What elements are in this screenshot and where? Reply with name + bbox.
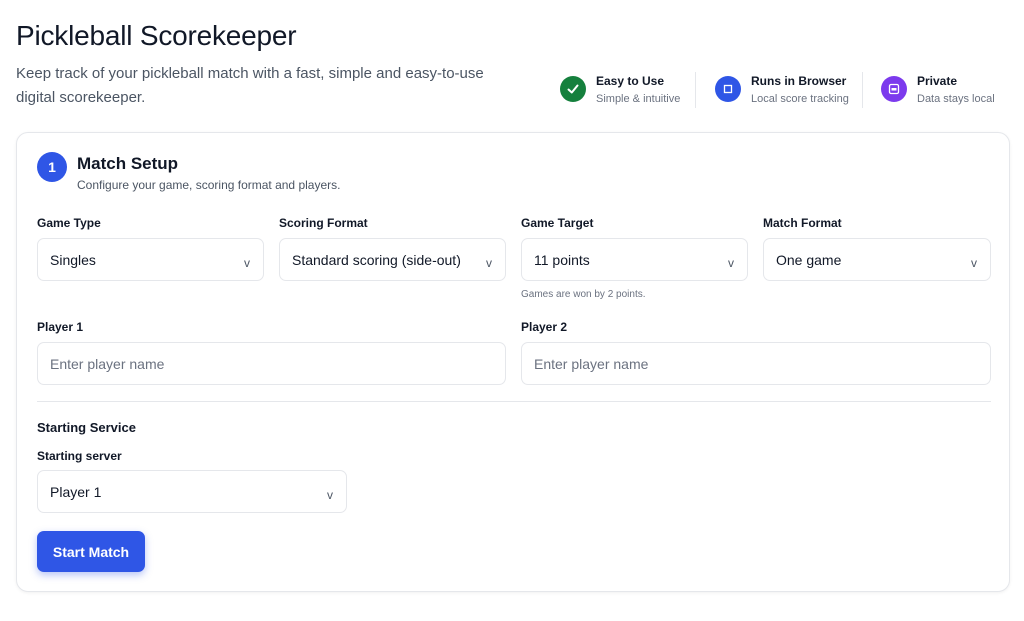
starting-server-value: Player 1 xyxy=(50,484,102,500)
game-type-label: Game Type xyxy=(37,216,101,230)
scoring-format-value: Standard scoring (side-out) xyxy=(292,252,461,268)
feature-title: Easy to Use xyxy=(596,74,665,88)
feature-divider xyxy=(862,72,863,108)
player1-input[interactable] xyxy=(37,342,506,385)
game-target-select[interactable]: 11 points v xyxy=(521,238,748,281)
match-format-label: Match Format xyxy=(763,216,842,230)
starting-server-label: Starting server xyxy=(37,449,122,463)
game-type-select[interactable]: Singles v xyxy=(37,238,264,281)
check-icon xyxy=(560,76,586,102)
step-badge: 1 xyxy=(37,152,67,182)
match-format-value: One game xyxy=(776,252,842,268)
feature-divider xyxy=(695,72,696,108)
start-match-button[interactable]: Start Match xyxy=(37,531,145,572)
match-format-select[interactable]: One game v xyxy=(763,238,991,281)
feature-title: Runs in Browser xyxy=(751,74,847,88)
scoring-format-select[interactable]: Standard scoring (side-out) v xyxy=(279,238,506,281)
card-title: Match Setup xyxy=(77,154,179,173)
scoring-format-label: Scoring Format xyxy=(279,216,368,230)
page-title: Pickleball Scorekeeper xyxy=(16,20,297,51)
starting-server-select[interactable]: Player 1 v xyxy=(37,470,347,513)
card-subtitle: Configure your game, scoring format and … xyxy=(77,178,341,192)
game-target-hint: Games are won by 2 points. xyxy=(521,289,646,300)
feature-subtitle: Local score tracking xyxy=(751,93,849,105)
game-type-value: Singles xyxy=(50,252,96,268)
chevron-down-icon: v xyxy=(971,256,977,270)
chevron-down-icon: v xyxy=(486,256,492,270)
chevron-down-icon: v xyxy=(327,488,333,502)
feature-subtitle: Data stays local xyxy=(917,93,995,105)
page-subtitle: Keep track of your pickleball match with… xyxy=(16,65,484,106)
feature-subtitle: Simple & intuitive xyxy=(596,93,681,105)
starting-service-title: Starting Service xyxy=(37,420,136,435)
chevron-down-icon: v xyxy=(728,256,734,270)
feature-title: Private xyxy=(917,74,958,88)
player1-label: Player 1 xyxy=(37,320,84,334)
game-target-value: 11 points xyxy=(534,252,590,268)
chevron-down-icon: v xyxy=(244,256,250,270)
match-setup-card: 1 Match Setup Configure your game, scori… xyxy=(16,132,1010,592)
player2-label: Player 2 xyxy=(521,320,568,334)
lock-icon xyxy=(881,76,907,102)
section-divider xyxy=(37,401,991,402)
feature-list: Easy to Use Simple & intuitive Runs in B… xyxy=(560,72,1010,108)
game-target-label: Game Target xyxy=(521,216,594,230)
browser-icon xyxy=(715,76,741,102)
player2-input[interactable] xyxy=(521,342,991,385)
